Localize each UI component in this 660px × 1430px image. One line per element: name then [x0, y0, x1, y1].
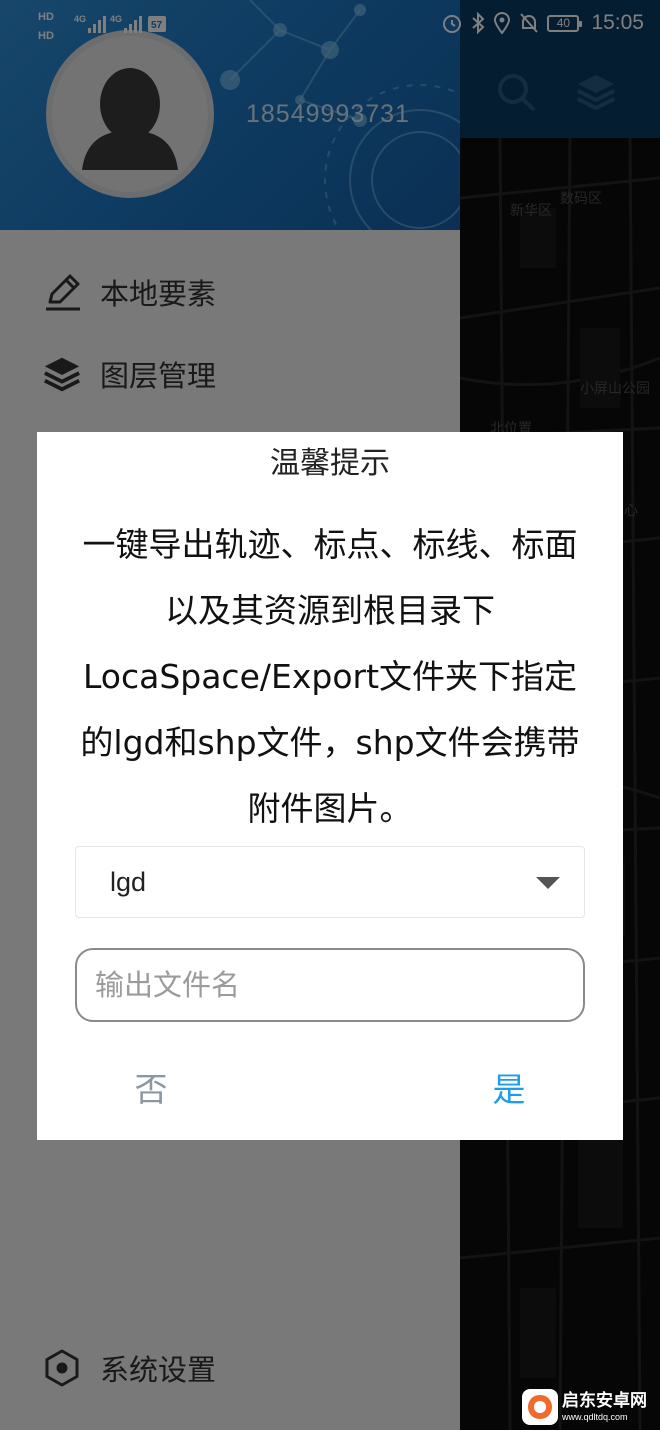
chevron-down-icon [536, 877, 560, 889]
no-button[interactable]: 否 [91, 1054, 211, 1120]
dialog-message: 一键导出轨迹、标点、标线、标面以及其资源到根目录下LocaSpace/Expor… [80, 525, 580, 828]
format-dropdown[interactable]: lgd [75, 846, 585, 918]
dialog-title: 温馨提示 [270, 446, 390, 481]
export-dialog: 温馨提示 一键导出轨迹、标点、标线、标面以及其资源到根目录下LocaSpace/… [37, 432, 623, 1140]
watermark-name: 启东安卓网 [562, 1390, 647, 1411]
filename-input[interactable] [75, 948, 585, 1022]
watermark-url: www.qdltdq.com [562, 1411, 628, 1422]
format-dropdown-value: lgd [110, 866, 147, 897]
watermark: 启东安卓网 www.qdltdq.com [522, 1386, 658, 1428]
yes-button[interactable]: 是 [449, 1054, 569, 1120]
watermark-logo-icon [522, 1389, 558, 1425]
